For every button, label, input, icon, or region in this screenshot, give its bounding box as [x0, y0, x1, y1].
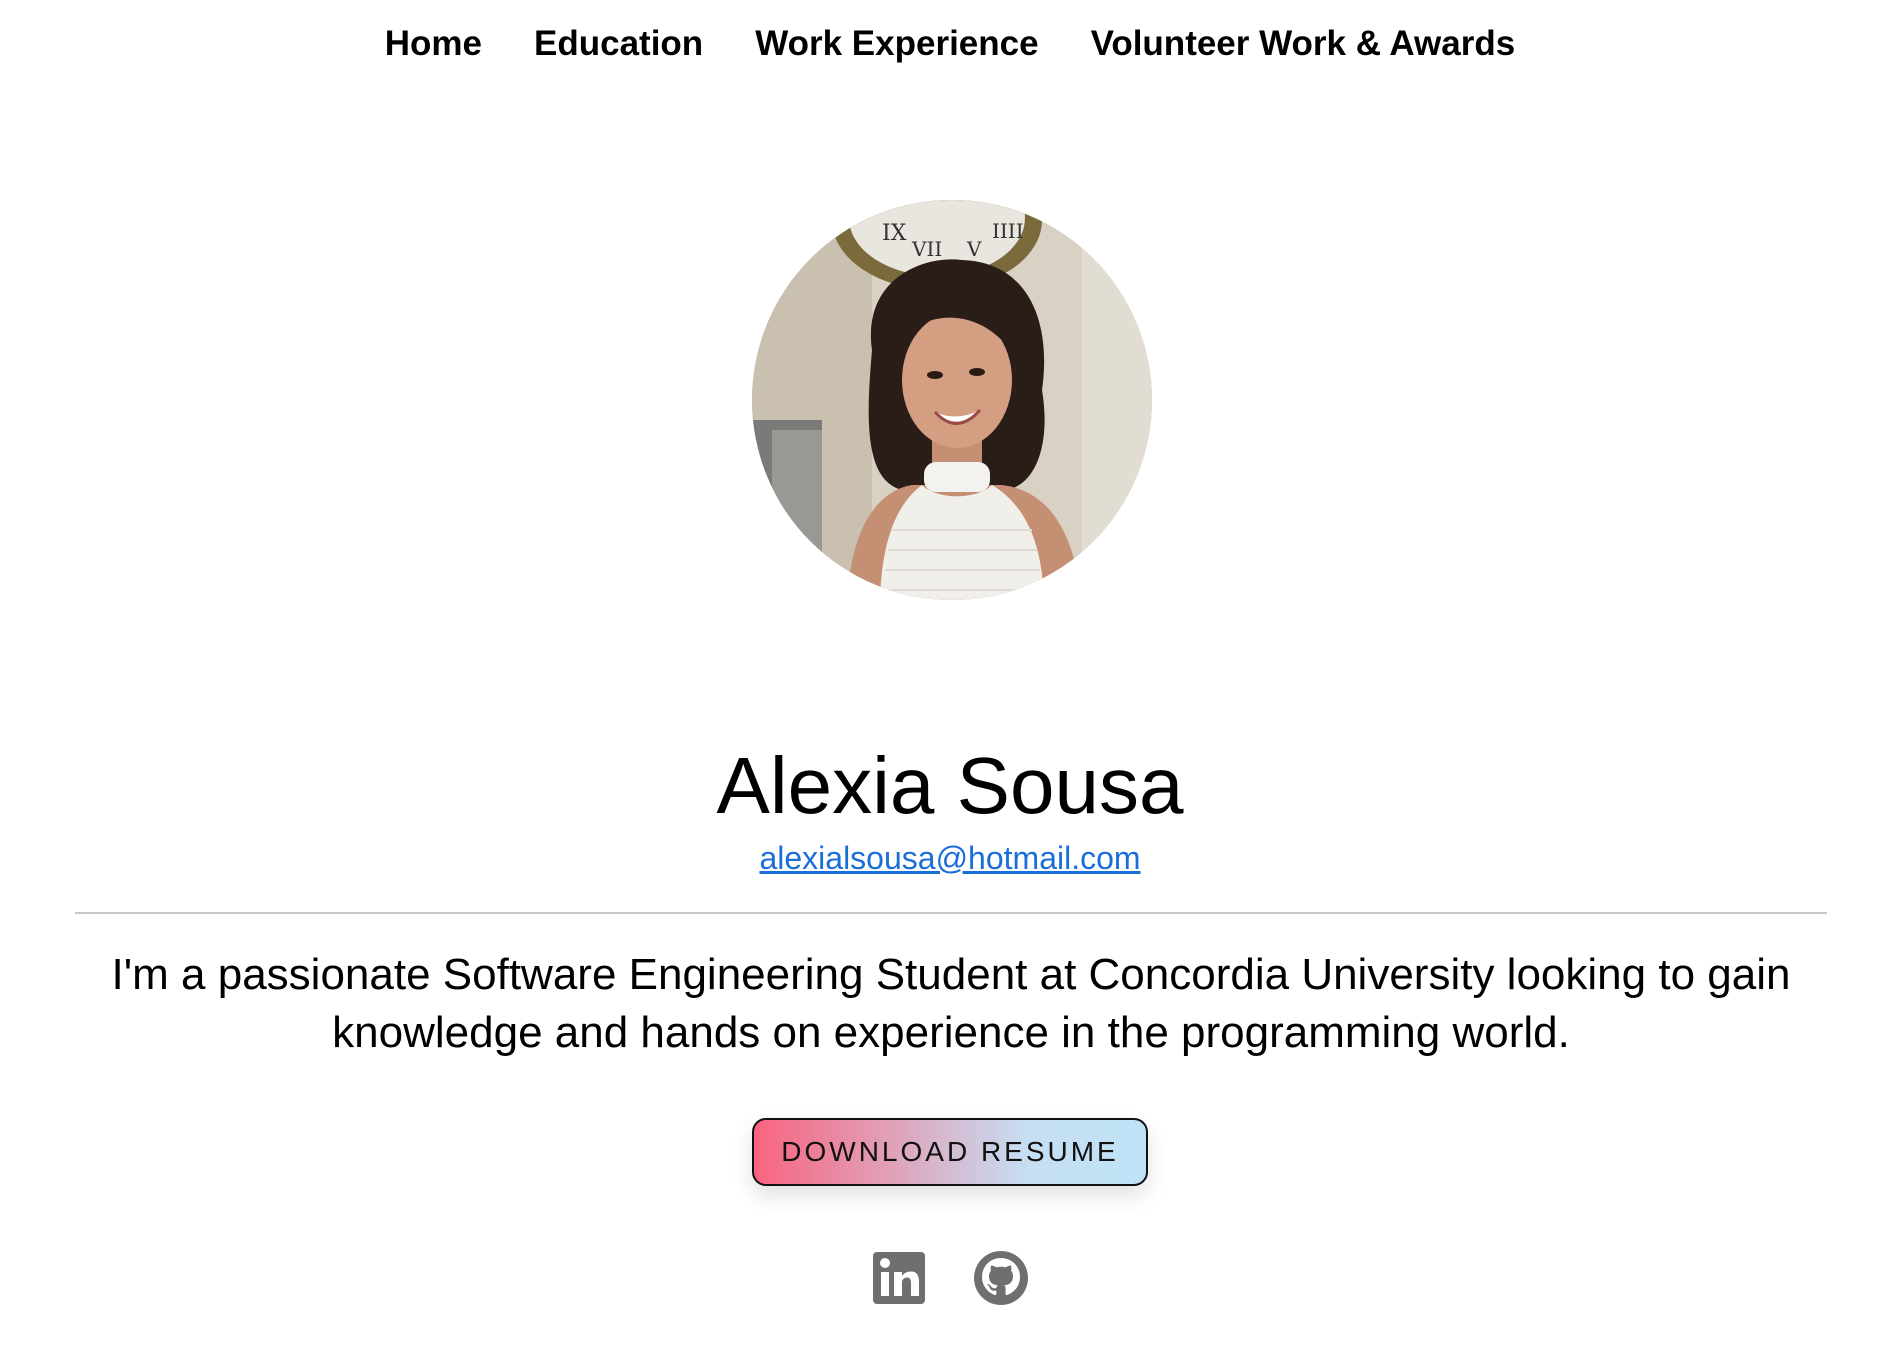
- section-divider: [75, 912, 1827, 914]
- email-container: alexialsousa@hotmail.com: [0, 838, 1900, 878]
- bio-text: I'm a passionate Software Engineering St…: [111, 950, 1791, 1057]
- nav-work-experience-link[interactable]: Work Experience: [755, 20, 1038, 68]
- social-links: [0, 1250, 1900, 1306]
- github-icon: [974, 1251, 1028, 1305]
- top-navigation: Home Education Work Experience Volunteer…: [0, 20, 1900, 68]
- profile-name: Alexia Sousa: [716, 741, 1184, 830]
- svg-text:IIII: IIII: [992, 219, 1024, 243]
- nav-education-link[interactable]: Education: [534, 20, 703, 68]
- linkedin-icon: [873, 1252, 925, 1304]
- nav-volunteer-awards-link[interactable]: Volunteer Work & Awards: [1091, 20, 1516, 68]
- portfolio-page: Home Education Work Experience Volunteer…: [0, 0, 1900, 1350]
- svg-text:V: V: [966, 237, 982, 261]
- github-link[interactable]: [973, 1250, 1029, 1306]
- profile-photo: IX VII V IIII: [752, 200, 1152, 600]
- nav-home-link[interactable]: Home: [385, 20, 482, 68]
- email-link[interactable]: alexialsousa@hotmail.com: [759, 840, 1140, 876]
- svg-text:VII: VII: [911, 237, 942, 261]
- svg-text:IX: IX: [882, 221, 907, 246]
- download-resume-button[interactable]: DOWNLOAD RESUME: [752, 1118, 1148, 1186]
- profile-photo-illustration: IX VII V IIII: [752, 200, 1152, 600]
- linkedin-link[interactable]: [871, 1250, 927, 1306]
